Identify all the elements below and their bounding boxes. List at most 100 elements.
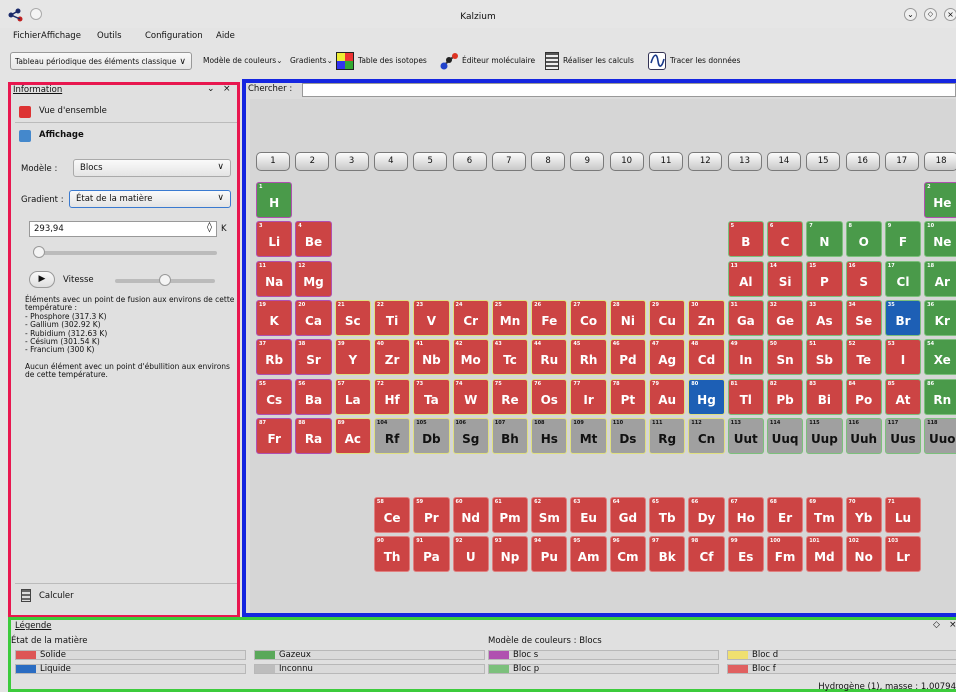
legend-close-button[interactable]: × [949,620,956,630]
element-lu[interactable]: 71 Lu [884,497,922,533]
element-th[interactable]: 90 Th [373,536,411,572]
element-hs[interactable]: 108 Hs [531,418,568,454]
element-tc[interactable]: 43 Tc [491,339,529,375]
menu-affichage[interactable]: Affichage [41,31,81,41]
element-sn[interactable]: 50 Sn [766,339,804,375]
element-bk[interactable]: 97 Bk [649,536,686,572]
element-ne[interactable]: 10 Ne [924,221,956,257]
element-fm[interactable]: 100 Fm [766,536,804,572]
slider-handle[interactable] [33,246,45,258]
group-header[interactable]: 17 [884,152,919,171]
element-pr[interactable]: 59 Pr [413,497,450,533]
element-mn[interactable]: 25 Mn [491,300,529,336]
play-button[interactable]: ▶ [29,271,55,288]
gradient-combo[interactable]: État de la matière ∨ [69,190,231,208]
element-yb[interactable]: 70 Yb [845,497,882,533]
element-c[interactable]: 6C [766,221,804,257]
element-pa[interactable]: 91 Pa [413,536,450,572]
element-uuo[interactable]: 118 Uuo [924,418,956,454]
element-cu[interactable]: 29 Cu [649,300,686,336]
element-xe[interactable]: 54 Xe [924,339,956,375]
isotope-table-button[interactable]: Table des isotopes [336,52,427,70]
element-po[interactable]: 84 Po [845,379,882,415]
group-header[interactable]: 8 [531,152,566,171]
element-nd[interactable]: 60 Nd [452,497,489,533]
element-zr[interactable]: 40 Zr [373,339,411,375]
element-re[interactable]: 75 Re [491,379,529,415]
element-os[interactable]: 76 Os [531,379,568,415]
element-se[interactable]: 34 Se [845,300,882,336]
element-ce[interactable]: 58 Ce [373,497,411,533]
element-si[interactable]: 14 Si [766,261,804,297]
element-rg[interactable]: 111 Rg [649,418,686,454]
close-button[interactable]: × [944,8,956,21]
element-hf[interactable]: 72 Hf [373,379,411,415]
temperature-spinbox[interactable]: 293,94 ◊ [29,221,217,237]
element-rh[interactable]: 45 Rh [570,339,607,375]
element-hg[interactable]: 80 Hg [688,379,725,415]
speed-slider[interactable] [115,274,215,286]
element-ir[interactable]: 77 Ir [570,379,607,415]
element-u[interactable]: 92 U [452,536,489,572]
element-h[interactable]: 1H [256,182,293,218]
element-na[interactable]: 11 Na [256,261,293,297]
legend-float-button[interactable]: ◇ [933,620,940,630]
element-cr[interactable]: 24 Cr [452,300,489,336]
element-ru[interactable]: 44 Ru [531,339,568,375]
element-ge[interactable]: 32 Ge [766,300,804,336]
sidebar-float-button[interactable]: ⌄ [207,85,215,94]
element-eu[interactable]: 63 Eu [570,497,607,533]
element-cl[interactable]: 17 Cl [884,261,922,297]
sidebar-item-display[interactable]: Affichage [15,125,237,147]
calculate-button[interactable]: Réaliser les calculs [545,52,634,70]
element-mg[interactable]: 12 Mg [295,261,332,297]
element-bi[interactable]: 83 Bi [806,379,843,415]
group-header[interactable]: 5 [413,152,448,171]
group-header[interactable]: 2 [295,152,330,171]
sidebar-close-button[interactable]: × [223,85,231,94]
minimize-button[interactable]: ⌄ [904,8,917,21]
element-v[interactable]: 23 V [413,300,450,336]
element-cn[interactable]: 112 Cn [688,418,725,454]
element-uup[interactable]: 115 Uup [806,418,843,454]
element-rn[interactable]: 86 Rn [924,379,956,415]
element-ac[interactable]: 89 Ac [334,418,371,454]
element-uus[interactable]: 117 Uus [884,418,922,454]
color-scheme-button[interactable]: Modèle de couleurs⌄ [203,52,282,70]
menu-outils[interactable]: Outils [97,31,122,41]
element-kr[interactable]: 36 Kr [924,300,956,336]
element-f[interactable]: 9F [884,221,922,257]
element-br[interactable]: 35 Br [884,300,922,336]
element-bh[interactable]: 107 Bh [491,418,529,454]
element-pu[interactable]: 94 Pu [531,536,568,572]
group-header[interactable]: 1 [256,152,290,171]
element-sc[interactable]: 21 Sc [334,300,371,336]
element-s[interactable]: 16 S [845,261,882,297]
element-tm[interactable]: 69 Tm [806,497,843,533]
element-y[interactable]: 39 Y [334,339,371,375]
element-nb[interactable]: 41 Nb [413,339,450,375]
element-mo[interactable]: 42 Mo [452,339,489,375]
group-header[interactable]: 11 [649,152,683,171]
element-ta[interactable]: 73 Ta [413,379,450,415]
element-i[interactable]: 53 I [884,339,922,375]
element-n[interactable]: 7N [806,221,843,257]
element-ds[interactable]: 110 Ds [609,418,647,454]
element-md[interactable]: 101 Md [806,536,843,572]
group-header[interactable]: 18 [924,152,956,171]
element-sg[interactable]: 106 Sg [452,418,489,454]
element-db[interactable]: 105 Db [413,418,450,454]
maximize-button[interactable]: ◇ [924,8,937,21]
element-ar[interactable]: 18 Ar [924,261,956,297]
element-au[interactable]: 79 Au [649,379,686,415]
element-zn[interactable]: 30 Zn [688,300,725,336]
element-b[interactable]: 5B [727,221,764,257]
element-al[interactable]: 13 Al [727,261,764,297]
plot-data-button[interactable]: Tracer les données [648,52,740,70]
group-header[interactable]: 6 [452,152,487,171]
element-mt[interactable]: 109 Mt [570,418,607,454]
element-p[interactable]: 15 P [806,261,843,297]
element-be[interactable]: 4 Be [295,221,332,257]
element-dy[interactable]: 66 Dy [688,497,725,533]
element-am[interactable]: 95 Am [570,536,607,572]
